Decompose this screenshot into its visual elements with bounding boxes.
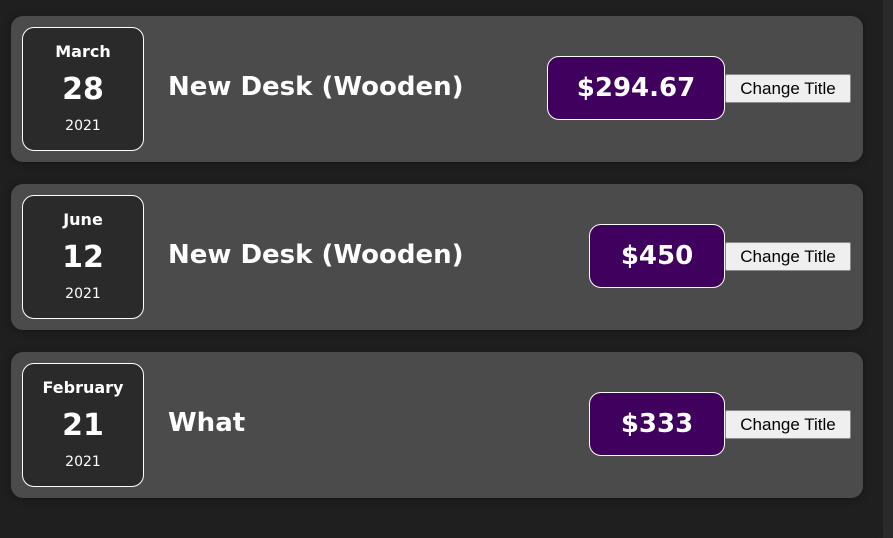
expense-amount: $450: [589, 224, 725, 288]
expense-item: March 28 2021 New Desk (Wooden) $294.67 …: [11, 16, 863, 162]
expenses-container: March 28 2021 New Desk (Wooden) $294.67 …: [0, 0, 883, 538]
date-day: 12: [62, 240, 104, 275]
expense-amount: $294.67: [547, 56, 725, 120]
date-year: 2021: [65, 454, 101, 470]
expense-title: New Desk (Wooden): [168, 240, 464, 270]
date-year: 2021: [65, 118, 101, 134]
date-month: March: [55, 42, 111, 61]
change-title-button[interactable]: Change Title: [725, 410, 851, 439]
expense-date: February 21 2021: [22, 363, 144, 487]
expense-item: June 12 2021 New Desk (Wooden) $450 Chan…: [11, 184, 863, 330]
date-month: June: [63, 210, 103, 229]
expense-amount: $333: [589, 392, 725, 456]
date-year: 2021: [65, 286, 101, 302]
expense-title: What: [168, 408, 246, 438]
expense-item: February 21 2021 What $333 Change Title: [11, 352, 863, 498]
date-month: February: [42, 378, 124, 397]
expense-title: New Desk (Wooden): [168, 72, 464, 102]
change-title-button[interactable]: Change Title: [725, 242, 851, 271]
page-edge: [883, 0, 893, 538]
expense-date: March 28 2021: [22, 27, 144, 151]
expense-date: June 12 2021: [22, 195, 144, 319]
change-title-button[interactable]: Change Title: [725, 74, 851, 103]
date-day: 21: [62, 408, 104, 443]
date-day: 28: [62, 72, 104, 107]
